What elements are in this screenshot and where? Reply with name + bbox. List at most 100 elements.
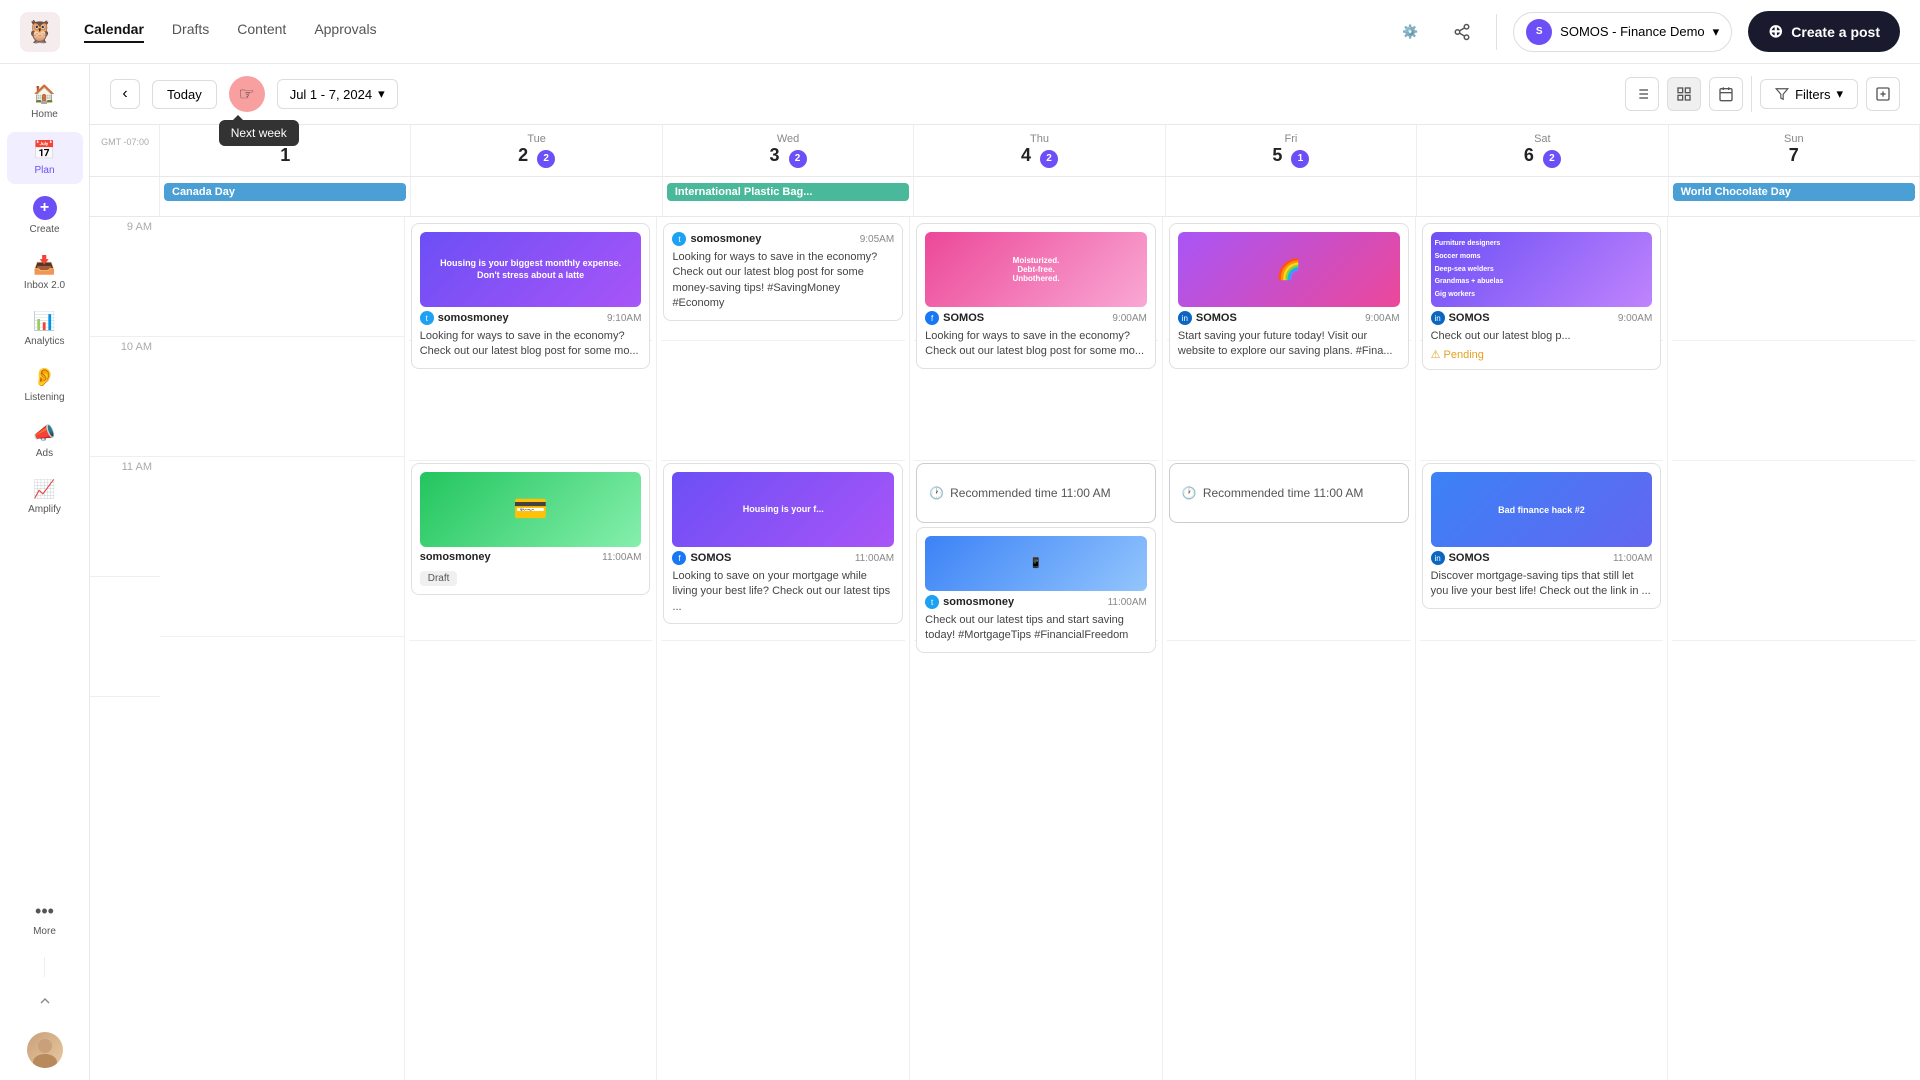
create-post-button[interactable]: ⊕ Create a post [1748,11,1900,52]
header-wed: Wed 3 2 [663,125,914,176]
nav-tab-content[interactable]: Content [237,21,286,43]
post-header-sat-9am: in SOMOS 9:00AM [1431,311,1653,325]
calendar-header: GMT -07:00 Mon 1 Tue 2 2 Wed 3 2 Thu 4 2 [90,125,1920,177]
post-header-tue-9am: t somosmoney 9:10AM [420,311,642,325]
header-tue: Tue 2 2 [411,125,662,176]
post-handle: SOMOS [1196,312,1237,324]
listening-icon: 👂 [33,367,55,388]
account-selector[interactable]: S SOMOS - Finance Demo ▾ [1513,12,1732,52]
export-button[interactable] [1866,77,1900,111]
wed-11am-slot: Housing is your f... f SOMOS 11:00AM Loo… [661,461,905,641]
top-navigation: 🦉 Calendar Drafts Content Approvals ⚙️ S… [0,0,1920,64]
date-range-text: Jul 1 - 7, 2024 [290,87,372,102]
calendar-icon: 📅 [33,140,55,161]
wed-10am-slot [661,341,905,461]
home-icon: 🏠 [33,84,55,105]
sidebar-item-amplify[interactable]: 📈 Amplify [7,471,83,523]
recommended-text-fri: Recommended time 11:00 AM [1203,486,1364,500]
time-extra [90,577,160,697]
plus-icon: ⊕ [1768,21,1783,42]
post-handle: SOMOS [1449,312,1490,324]
user-avatar[interactable] [27,1032,63,1068]
sidebar-item-analytics[interactable]: 📊 Analytics [7,303,83,355]
sidebar-label-create: Create [29,224,59,235]
sidebar-item-ads[interactable]: 📣 Ads [7,415,83,467]
next-week-button[interactable]: ☞ [229,76,265,112]
post-header-thu-11am: t somosmoney 11:00AM [925,595,1147,609]
post-body-thu-11am: Check out our latest tips and start savi… [925,613,1147,644]
post-body-wed-11am: Looking to save on your mortgage while l… [672,569,894,615]
sidebar-item-plan[interactable]: 📅 Plan [7,132,83,184]
sidebar-label-listening: Listening [24,392,64,403]
thu-11am-slot: 🕐 Recommended time 11:00 AM 📱 t somosmon… [914,461,1158,641]
post-handle: SOMOS [1449,552,1490,564]
account-avatar: S [1526,19,1552,45]
post-card-wed-11am[interactable]: Housing is your f... f SOMOS 11:00AM Loo… [663,463,903,624]
post-card-sat-11am[interactable]: Bad finance hack #2 in SOMOS 11:00AM Dis… [1422,463,1662,609]
month-view-button[interactable] [1709,77,1743,111]
date-range-selector[interactable]: Jul 1 - 7, 2024 ▾ [277,79,398,109]
post-body-tue-9am: Looking for ways to save in the economy?… [420,329,642,360]
linkedin-icon: in [1178,311,1192,325]
time-10am: 10 AM [90,337,160,457]
post-time: 9:00AM [1112,313,1146,324]
nav-tab-drafts[interactable]: Drafts [172,21,209,43]
nav-tab-calendar[interactable]: Calendar [84,21,144,43]
all-day-tue [411,177,662,216]
post-card-thu-11am[interactable]: 📱 t somosmoney 11:00AM Check out our lat… [916,527,1156,653]
sidebar-label-more: More [33,926,56,937]
post-time: 11:00AM [1613,553,1652,564]
nav-tab-approvals[interactable]: Approvals [314,21,376,43]
header-sun: Sun 7 [1669,125,1920,176]
ads-icon: 📣 [33,423,55,444]
sidebar-collapse[interactable] [33,989,57,1016]
recommended-box-fri: 🕐 Recommended time 11:00 AM [1169,463,1409,523]
post-image-wed-11am: Housing is your f... [672,472,894,547]
app-logo: 🦉 [20,12,60,52]
sat-11am-slot: Bad finance hack #2 in SOMOS 11:00AM Dis… [1420,461,1664,641]
recommended-box-thu: 🕐 Recommended time 11:00 AM [916,463,1156,523]
amplify-icon: 📈 [33,479,55,500]
sidebar-item-create[interactable]: + Create [7,188,83,243]
share-button[interactable] [1444,14,1480,50]
post-image-fri-9am: 🌈 [1178,232,1400,307]
post-card-fri-9am[interactable]: 🌈 in SOMOS 9:00AM Start saving your f [1169,223,1409,369]
post-card-tue-11am[interactable]: 💳 somosmoney 11:00AM Draft [411,463,651,595]
plastic-bag-event[interactable]: International Plastic Bag... [667,183,909,201]
sidebar-label-analytics: Analytics [24,336,64,347]
all-day-thu [914,177,1165,216]
post-image-thu-9am: Moisturized.Debt-free.Unbothered. [925,232,1147,307]
list-view-button[interactable] [1625,77,1659,111]
sun-9am-slot [1672,221,1916,341]
all-day-fri [1166,177,1417,216]
day-col-thu: Moisturized.Debt-free.Unbothered. f SOMO… [910,217,1163,1080]
post-card-wed-9am[interactable]: t somosmoney 9:05AM Looking for ways to … [663,223,903,321]
chocolate-day-event[interactable]: World Chocolate Day [1673,183,1915,201]
toolbar-divider [1751,76,1752,112]
fri-9am-slot: 🌈 in SOMOS 9:00AM Start saving your f [1167,221,1411,341]
post-card-thu-9am[interactable]: Moisturized.Debt-free.Unbothered. f SOMO… [916,223,1156,369]
filters-label: Filters [1795,87,1830,102]
main-content: ‹ Today ☞ Next week Jul 1 - 7, 2024 ▾ [90,64,1920,1080]
nav-right-area: ⚙️ S SOMOS - Finance Demo ▾ ⊕ Create a p… [1392,11,1900,52]
today-button[interactable]: Today [152,80,217,109]
canada-day-event[interactable]: Canada Day [164,183,406,201]
linkedin-icon: in [1431,311,1445,325]
sidebar-label-plan: Plan [34,165,54,176]
sidebar-item-listening[interactable]: 👂 Listening [7,359,83,411]
post-card-tue-9am[interactable]: Housing is your biggest monthly expense.… [411,223,651,369]
linkedin-icon: in [1431,551,1445,565]
week-view-button[interactable] [1667,77,1701,111]
filters-button[interactable]: Filters ▾ [1760,79,1858,109]
draft-badge: Draft [420,571,458,586]
sidebar-item-more[interactable]: ••• More [7,893,83,945]
header-fri: Fri 5 1 [1166,125,1417,176]
sidebar-item-inbox[interactable]: 📥 Inbox 2.0 [7,247,83,299]
prev-week-button[interactable]: ‹ [110,79,140,109]
day-col-sun [1668,217,1920,1080]
filters-chevron-icon: ▾ [1836,86,1843,102]
settings-button[interactable]: ⚙️ [1392,14,1428,50]
sat-9am-slot: Furniture designersSoccer momsDeep-sea w… [1420,221,1664,341]
gmt-label: GMT -07:00 [90,125,160,176]
sidebar-item-home[interactable]: 🏠 Home [7,76,83,128]
